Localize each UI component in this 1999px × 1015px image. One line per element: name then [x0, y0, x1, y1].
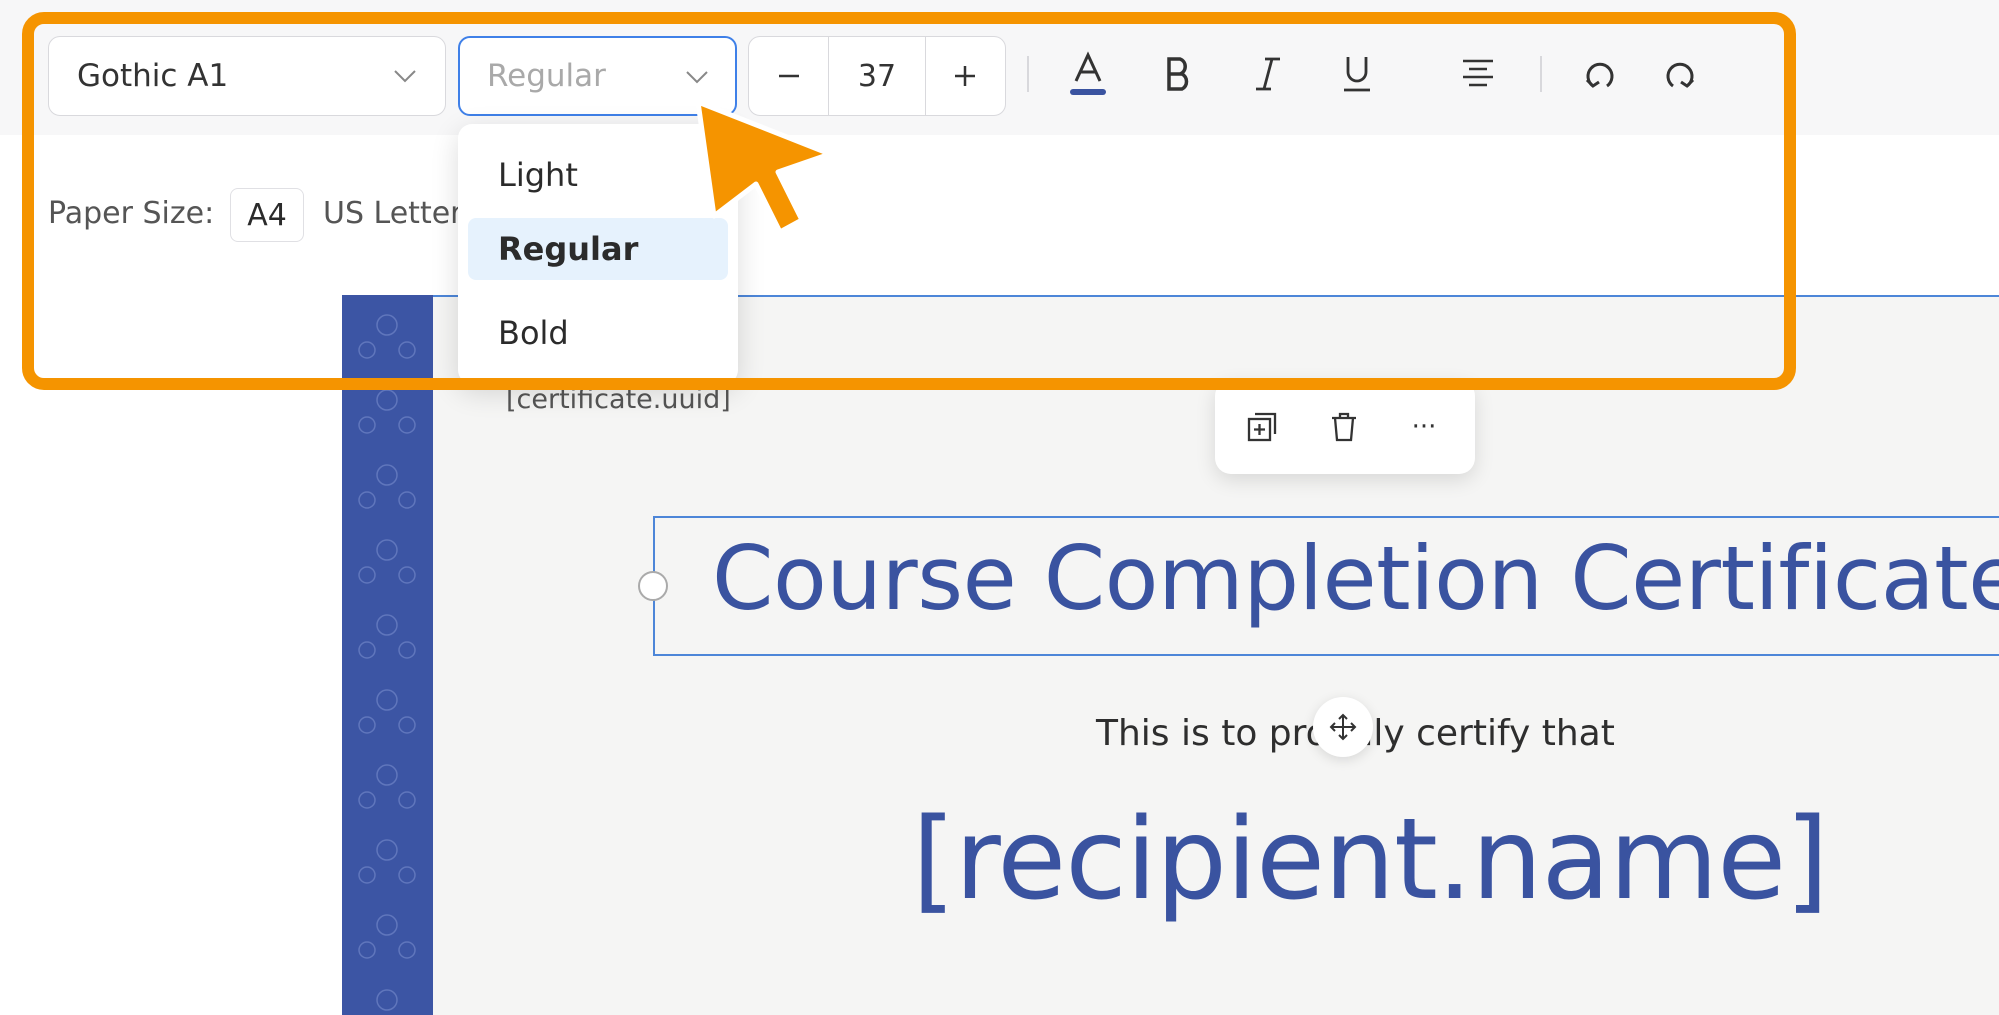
duplicate-icon — [1247, 412, 1277, 442]
move-handle[interactable] — [1313, 697, 1373, 757]
element-action-bar: ··· — [1215, 380, 1475, 474]
resize-handle[interactable] — [638, 571, 668, 601]
move-icon — [1329, 713, 1357, 741]
more-options-button[interactable]: ··· — [1405, 408, 1443, 446]
ornament-pattern-icon — [358, 314, 416, 1011]
certificate-title[interactable]: Course Completion Certificate — [712, 527, 1999, 630]
duplicate-button[interactable] — [1243, 408, 1281, 446]
pointer-arrow-icon — [695, 99, 833, 235]
editor-screen: Gothic A1 Regular 37 Paper Size: A4 US L… — [0, 0, 1999, 1015]
recipient-name[interactable]: [recipient.name] — [912, 795, 1829, 925]
delete-button[interactable] — [1325, 408, 1363, 446]
decorative-border — [342, 295, 433, 1015]
delete-icon — [1332, 412, 1356, 442]
highlight-frame — [22, 12, 1796, 390]
more-icon: ··· — [1411, 412, 1437, 442]
